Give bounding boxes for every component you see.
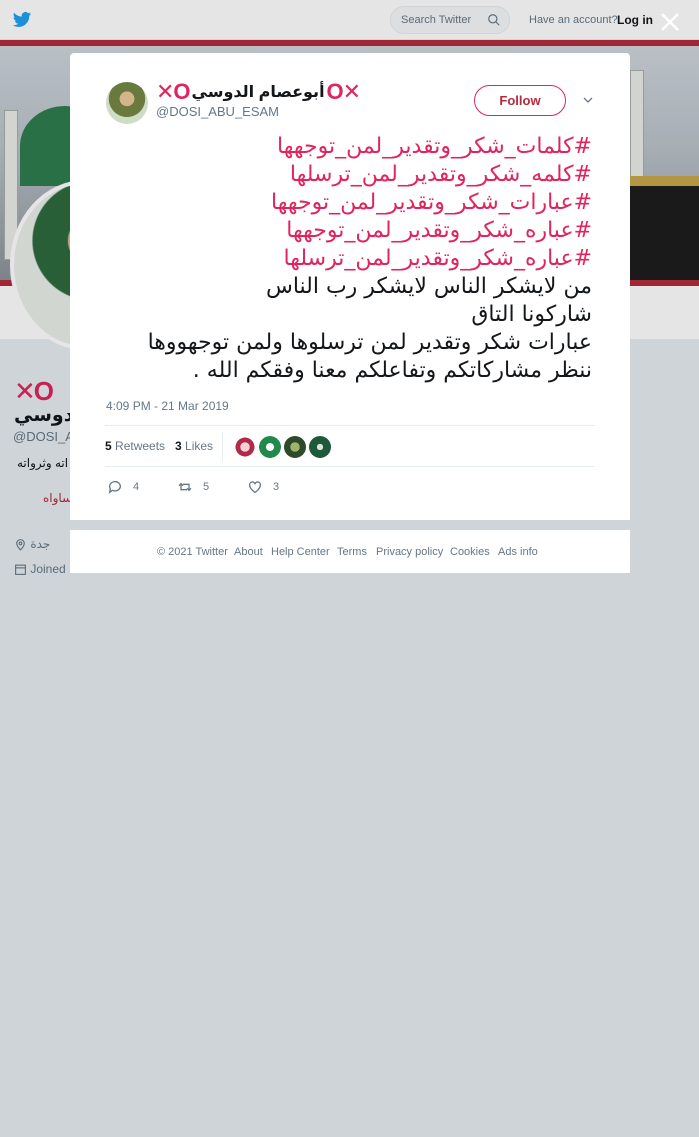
hashtag-link[interactable]: #كلمه_شكر_وتقدير_لمن_ترسلها	[92, 161, 592, 189]
tweet-line: عبارات شكر وتقدير لمن ترسلوها ولمن توجهو…	[147, 330, 592, 355]
xo-decoration-left: ✕O	[156, 79, 191, 104]
stats-divider	[222, 432, 223, 462]
footer-link-about[interactable]: About	[234, 546, 263, 558]
likes-label: Likes	[185, 439, 214, 453]
copyright-text: © 2021 Twitter	[157, 546, 228, 558]
author-avatar[interactable]	[106, 82, 148, 124]
retweets-count: 5	[105, 439, 112, 453]
likes-count: 3	[175, 439, 182, 453]
retweet-count: 5	[203, 481, 210, 493]
tweet-line: من لايشكر الناس لايشكر رب الناس	[265, 274, 592, 299]
tweet-line: ننظر مشاركاتكم وتفاعلكم معنا وفقكم الله …	[192, 358, 592, 383]
footer-link-cookies[interactable]: Cookies	[450, 546, 490, 558]
retweets-stat[interactable]: 5 Retweets	[105, 439, 165, 453]
tweet-stats: 5 Retweets 3 Likes	[105, 425, 595, 467]
author-name-row[interactable]: ✕O أبوعصام الدوسي O✕	[156, 79, 362, 105]
like-action[interactable]: 3	[247, 477, 279, 497]
like-count: 3	[273, 481, 280, 493]
author-handle[interactable]: @DOSI_ABU_ESAM	[156, 104, 279, 119]
footer-link-terms[interactable]: Terms	[337, 546, 367, 558]
reply-count: 4	[133, 481, 140, 493]
retweet-action[interactable]: 5	[177, 477, 209, 497]
xo-decoration-right: O✕	[326, 79, 362, 104]
reply-icon[interactable]	[107, 479, 123, 495]
hashtag-link[interactable]: #عباره_شكر_وتقدير_لمن_توجهها	[92, 217, 592, 245]
liker-avatar[interactable]	[259, 436, 281, 458]
author-display-name[interactable]: أبوعصام الدوسي	[192, 82, 325, 102]
tweet-line: شاركونا التاق	[471, 302, 592, 327]
chevron-down-icon[interactable]	[582, 94, 594, 106]
follow-button[interactable]: Follow	[474, 85, 566, 116]
liker-avatar[interactable]	[284, 436, 306, 458]
liker-avatar[interactable]	[234, 436, 256, 458]
hashtag-link[interactable]: #كلمات_شكر_وتقدير_لمن_توجهها	[92, 133, 592, 161]
tweet-modal: ✕O أبوعصام الدوسي O✕ @DOSI_ABU_ESAM Foll…	[70, 53, 630, 520]
footer-link-privacy[interactable]: Privacy policy	[376, 546, 443, 558]
hashtag-link[interactable]: #عبارات_شكر_وتقدير_لمن_توجهها	[92, 189, 592, 217]
footer-link-help-center[interactable]: Help Center	[271, 546, 330, 558]
tweet-timestamp[interactable]: 4:09 PM - 21 Mar 2019	[106, 399, 229, 413]
reply-action[interactable]: 4	[107, 477, 139, 497]
retweets-label: Retweets	[115, 439, 166, 453]
modal-footer: © 2021 Twitter About Help Center Terms P…	[70, 530, 630, 573]
likes-stat[interactable]: 3 Likes	[175, 439, 213, 453]
footer-link-ads-info[interactable]: Ads info	[498, 546, 538, 558]
close-icon[interactable]	[658, 10, 682, 34]
hashtag-link[interactable]: #عباره_شكر_وتقدير_لمن_ترسلها	[92, 245, 592, 273]
retweet-icon[interactable]	[177, 479, 193, 495]
liker-avatar[interactable]	[309, 436, 331, 458]
tweet-text: #كلمات_شكر_وتقدير_لمن_توجهها #كلمه_شكر_و…	[92, 133, 592, 385]
heart-icon[interactable]	[247, 479, 263, 495]
